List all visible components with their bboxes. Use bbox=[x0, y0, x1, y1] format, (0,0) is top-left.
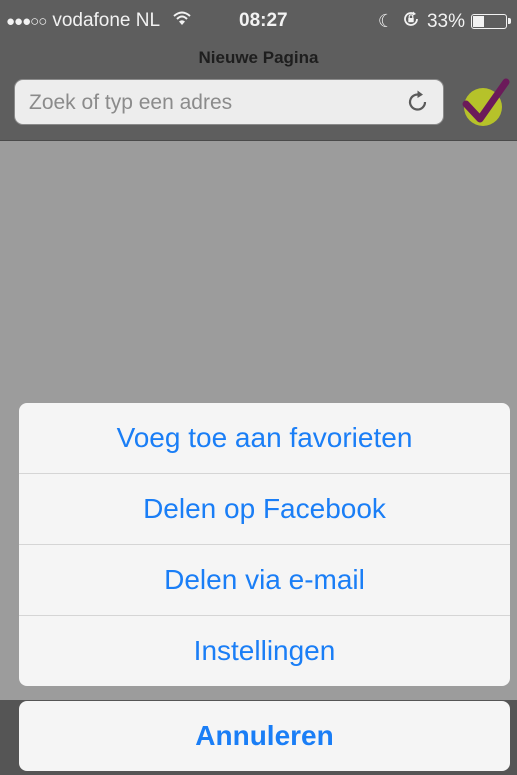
share-email-button[interactable]: Delen via e-mail bbox=[19, 545, 510, 616]
battery-percentage: 33% bbox=[426, 10, 465, 32]
add-to-favorites-button[interactable]: Voeg toe aan favorieten bbox=[19, 403, 510, 474]
moon-icon: ☾ bbox=[377, 11, 394, 31]
signal-strength-icon: ●●●○○ bbox=[6, 12, 47, 30]
cancel-button[interactable]: Annuleren bbox=[19, 701, 510, 771]
status-right-group: ☾ 33% bbox=[377, 10, 511, 33]
wifi-icon bbox=[172, 11, 192, 31]
rotation-lock-icon bbox=[402, 10, 420, 33]
battery-tip bbox=[508, 18, 511, 24]
checkmark-logo-icon[interactable] bbox=[459, 78, 511, 130]
battery-icon bbox=[471, 14, 511, 29]
address-input[interactable] bbox=[27, 80, 391, 126]
address-bar[interactable] bbox=[14, 79, 444, 126]
top-bar: ●●●○○ vodafone NL 08:27 ☾ 33% Nieuwe Pag… bbox=[0, 0, 517, 141]
settings-button[interactable]: Instellingen bbox=[19, 616, 510, 686]
action-sheet: Voeg toe aan favorieten Delen op Faceboo… bbox=[19, 403, 510, 686]
carrier-name: vodafone NL bbox=[52, 10, 161, 31]
battery-level-fill bbox=[473, 16, 485, 27]
status-bar: ●●●○○ vodafone NL 08:27 ☾ 33% bbox=[0, 0, 517, 40]
reload-icon[interactable] bbox=[403, 87, 433, 117]
status-time: 08:27 bbox=[239, 10, 288, 31]
carrier-group: ●●●○○ vodafone NL bbox=[6, 10, 192, 32]
share-facebook-button[interactable]: Delen op Facebook bbox=[19, 474, 510, 545]
page-title: Nieuwe Pagina bbox=[198, 48, 319, 67]
